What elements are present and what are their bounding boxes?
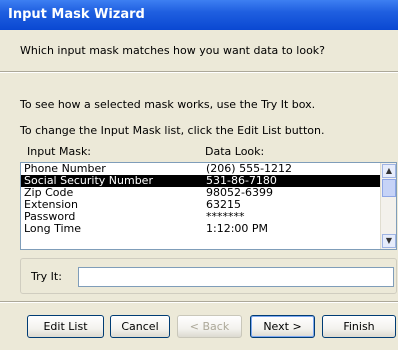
separator-top bbox=[0, 71, 398, 73]
scroll-down-icon[interactable]: ▼ bbox=[382, 234, 396, 248]
edit-list-button[interactable]: Edit List bbox=[27, 315, 104, 338]
scroll-up-icon[interactable]: ▲ bbox=[382, 164, 396, 178]
instruction-edit-list: To change the Input Mask list, click the… bbox=[20, 124, 325, 137]
instruction-try-it: To see how a selected mask works, use th… bbox=[20, 98, 316, 111]
try-it-input[interactable] bbox=[78, 267, 394, 287]
try-it-label: Try It: bbox=[31, 270, 62, 283]
data-look-header: Data Look: bbox=[205, 145, 265, 158]
try-it-group: Try It: bbox=[20, 258, 397, 294]
window-title: Input Mask Wizard bbox=[8, 7, 145, 22]
prompt-text: Which input mask matches how you want da… bbox=[20, 44, 326, 57]
scroll-thumb[interactable] bbox=[382, 179, 396, 197]
title-bar: Input Mask Wizard bbox=[0, 0, 398, 30]
list-scrollbar[interactable]: ▲ ▼ bbox=[380, 163, 396, 249]
next-button[interactable]: Next > bbox=[250, 315, 315, 338]
input-mask-header: Input Mask: bbox=[27, 145, 92, 158]
list-row-long-time[interactable]: Long Time 1:12:00 PM bbox=[21, 223, 396, 235]
finish-button[interactable]: Finish bbox=[322, 315, 396, 338]
input-mask-list[interactable]: Phone Number (206) 555-1212 Social Secur… bbox=[20, 162, 397, 250]
mask-name: Long Time bbox=[24, 222, 82, 235]
data-look: 1:12:00 PM bbox=[206, 222, 269, 235]
separator-bottom bbox=[0, 301, 398, 303]
back-button[interactable]: < Back bbox=[177, 315, 242, 338]
cancel-button[interactable]: Cancel bbox=[110, 315, 170, 338]
